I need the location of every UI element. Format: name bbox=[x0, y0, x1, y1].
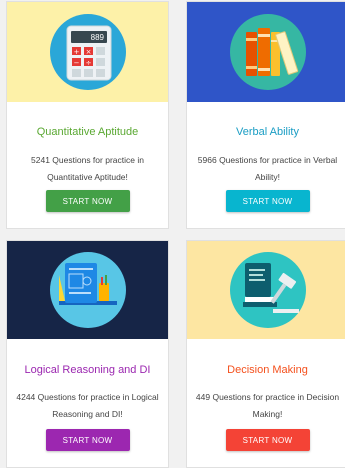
card-banner: 889 + × − ÷ bbox=[7, 2, 168, 102]
svg-text:−: − bbox=[74, 59, 80, 67]
card-description: 5241 Questions for practice in Quantitat… bbox=[31, 155, 144, 182]
start-now-button[interactable]: START NOW bbox=[225, 429, 310, 451]
card-verbal-ability[interactable]: Verbal Ability 5966 Questions for practi… bbox=[186, 1, 345, 229]
svg-text:÷: ÷ bbox=[86, 59, 92, 67]
card-title: Quantitative Aptitude bbox=[36, 126, 139, 138]
svg-text:+: + bbox=[74, 48, 80, 56]
card-banner bbox=[7, 241, 168, 339]
start-now-button[interactable]: START NOW bbox=[225, 190, 310, 212]
card-description: 4244 Questions for practice in Logical R… bbox=[16, 392, 159, 419]
card-description: 449 Questions for practice in Decision M… bbox=[195, 392, 340, 419]
gavel-icon bbox=[243, 263, 299, 313]
books-icon bbox=[246, 28, 299, 76]
card-quantitative-aptitude[interactable]: 889 + × − ÷ Quantitative Aptitude 5241 Q… bbox=[6, 1, 169, 229]
card-banner bbox=[187, 241, 345, 339]
card-title: Decision Making bbox=[227, 364, 308, 376]
card-logical-reasoning[interactable]: Logical Reasoning and DI 4244 Questions … bbox=[6, 240, 169, 468]
svg-text:889: 889 bbox=[91, 33, 105, 42]
svg-text:×: × bbox=[86, 48, 92, 56]
start-now-button[interactable]: START NOW bbox=[45, 429, 130, 451]
card-title: Logical Reasoning and DI bbox=[24, 364, 151, 376]
card-banner bbox=[187, 2, 345, 102]
blueprint-icon bbox=[59, 263, 117, 305]
card-decision-making[interactable]: Decision Making 449 Questions for practi… bbox=[186, 240, 345, 468]
card-title: Verbal Ability bbox=[236, 126, 299, 138]
start-now-button[interactable]: START NOW bbox=[45, 190, 130, 212]
calculator-icon: 889 + × − ÷ bbox=[66, 25, 112, 81]
card-description: 5966 Questions for practice in Verbal Ab… bbox=[197, 155, 338, 182]
